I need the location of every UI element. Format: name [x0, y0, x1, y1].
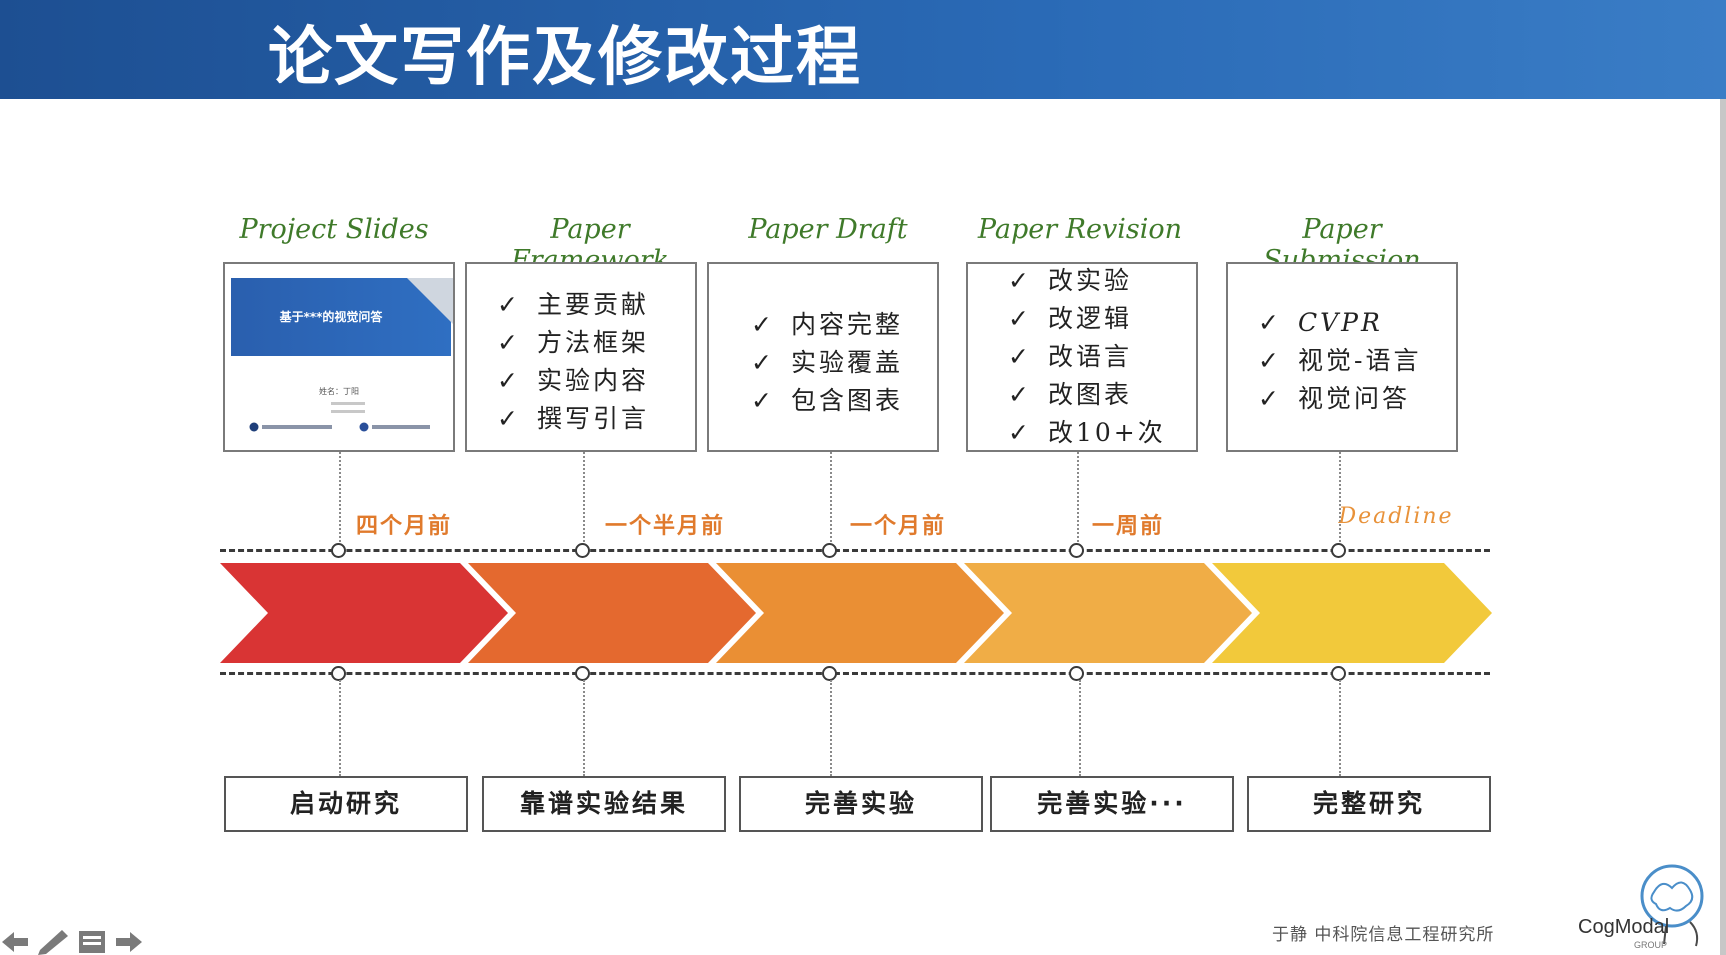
- check-icon: ✓: [1008, 418, 1032, 447]
- check-icon: ✓: [497, 366, 521, 395]
- milestone-box: 完善实验···: [990, 776, 1234, 832]
- timeline-node: [331, 543, 346, 558]
- milestone-box: 完整研究: [1247, 776, 1491, 832]
- paper-framework-box: ✓ 主要贡献 ✓ 方法框架 ✓ 实验内容 ✓ 撰写引言: [465, 262, 697, 452]
- check-icon: ✓: [1258, 308, 1282, 337]
- slide-edge: [1720, 99, 1726, 955]
- checklist-item: ✓ 实验内容: [497, 362, 649, 400]
- slide-nav-toolbar: [0, 928, 150, 955]
- timeline-node: [822, 666, 837, 681]
- connector-line: [339, 680, 341, 776]
- timeline-node: [1069, 666, 1084, 681]
- university-logo: [359, 422, 430, 432]
- connector-line: [830, 680, 832, 776]
- stage-title-paper-draft: Paper Draft: [748, 214, 908, 245]
- connector-line: [583, 680, 585, 776]
- paper-revision-box: ✓ 改实验 ✓ 改逻辑 ✓ 改语言 ✓ 改图表 ✓ 改10+次: [966, 262, 1198, 452]
- milestone-box: 靠谱实验结果: [482, 776, 726, 832]
- timeline-upper-line: [220, 549, 1490, 552]
- slide-text-line: [331, 410, 365, 413]
- check-icon: ✓: [1258, 384, 1282, 413]
- connector-line: [1339, 680, 1341, 776]
- submission-checklist: ✓ CVPR ✓ 视觉-语言 ✓ 视觉问答: [1258, 304, 1421, 418]
- project-slides-box: 基于***的视觉问答 姓名：丁阳: [223, 262, 455, 452]
- connector-line: [1079, 680, 1081, 776]
- chevron-stage-5: [1212, 563, 1492, 663]
- check-icon: ✓: [1008, 304, 1032, 333]
- checklist-item: ✓ 实验覆盖: [751, 344, 903, 382]
- chevron-stage-2: [468, 563, 756, 663]
- time-label: 一个月前: [849, 514, 946, 539]
- checklist-item: ✓ 主要贡献: [497, 286, 649, 324]
- check-icon: ✓: [497, 290, 521, 319]
- check-icon: ✓: [1008, 342, 1032, 371]
- timeline-node: [1331, 543, 1346, 558]
- check-icon: ✓: [497, 328, 521, 357]
- process-arrow-band: [220, 563, 1492, 663]
- timeline-node: [1331, 666, 1346, 681]
- timeline-node: [575, 666, 590, 681]
- milestone-box: 完善实验: [739, 776, 983, 832]
- deadline-label: Deadline: [1338, 504, 1454, 529]
- timeline-node: [575, 543, 590, 558]
- checklist-item: ✓ 视觉问答: [1258, 380, 1421, 418]
- time-label: 四个月前: [355, 514, 452, 539]
- slide-menu-icon[interactable]: [78, 930, 106, 954]
- time-label: 一周前: [1091, 514, 1164, 539]
- checklist-item: ✓ 内容完整: [751, 306, 903, 344]
- stage-title-paper-revision: Paper Revision: [977, 214, 1183, 245]
- pen-icon[interactable]: [36, 928, 70, 955]
- stage-title-project-slides: Project Slides: [239, 214, 429, 245]
- checklist-item: ✓ 包含图表: [751, 382, 903, 420]
- milestone-box: 启动研究: [224, 776, 468, 832]
- slide-author: 姓名：丁阳: [319, 387, 359, 396]
- slide-thumbnail: 基于***的视觉问答 姓名：丁阳: [231, 278, 453, 444]
- institute-logo: [249, 422, 332, 432]
- checklist-item: ✓ 改图表: [1008, 376, 1166, 414]
- revision-checklist: ✓ 改实验 ✓ 改逻辑 ✓ 改语言 ✓ 改图表 ✓ 改10+次: [1008, 262, 1166, 452]
- checklist-item: ✓ 改10+次: [1008, 414, 1166, 452]
- checklist-item: ✓ CVPR: [1258, 304, 1421, 342]
- slide-text-line: [331, 402, 365, 405]
- chevron-stage-1: [220, 563, 508, 663]
- check-icon: ✓: [751, 310, 775, 339]
- next-slide-icon[interactable]: [114, 930, 144, 954]
- check-icon: ✓: [751, 386, 775, 415]
- time-label: 一个半月前: [604, 514, 725, 539]
- timeline-lower-line: [220, 672, 1490, 675]
- slide-title: 基于***的视觉问答: [279, 310, 383, 324]
- page-title: 论文写作及修改过程: [268, 21, 862, 95]
- check-icon: ✓: [1258, 346, 1282, 375]
- checklist-item: ✓ 改语言: [1008, 338, 1166, 376]
- chevron-stage-4: [964, 563, 1252, 663]
- checklist-item: ✓ 撰写引言: [497, 400, 649, 438]
- timeline-node: [1069, 543, 1084, 558]
- checklist-item: ✓ 改实验: [1008, 262, 1166, 300]
- cogmodal-logo-text: CogModal: [1578, 916, 1670, 938]
- framework-checklist: ✓ 主要贡献 ✓ 方法框架 ✓ 实验内容 ✓ 撰写引言: [497, 286, 649, 438]
- checklist-item: ✓ 视觉-语言: [1258, 342, 1421, 380]
- title-banner: 论文写作及修改过程: [0, 0, 1726, 99]
- checklist-item: ✓ 改逻辑: [1008, 300, 1166, 338]
- chevron-stage-3: [716, 563, 1004, 663]
- check-icon: ✓: [497, 404, 521, 433]
- previous-slide-icon[interactable]: [0, 930, 30, 954]
- author-affiliation: 于静 中科院信息工程研究所: [1272, 925, 1495, 945]
- cogmodal-logo-subtext: GROUP: [1634, 940, 1668, 950]
- timeline-node: [822, 543, 837, 558]
- paper-draft-box: ✓ 内容完整 ✓ 实验覆盖 ✓ 包含图表: [707, 262, 939, 452]
- check-icon: ✓: [1008, 266, 1032, 295]
- draft-checklist: ✓ 内容完整 ✓ 实验覆盖 ✓ 包含图表: [751, 306, 903, 420]
- timeline-node: [331, 666, 346, 681]
- paper-submission-box: ✓ CVPR ✓ 视觉-语言 ✓ 视觉问答: [1226, 262, 1458, 452]
- connector-line: [1339, 452, 1341, 550]
- checklist-item: ✓ 方法框架: [497, 324, 649, 362]
- check-icon: ✓: [751, 348, 775, 377]
- check-icon: ✓: [1008, 380, 1032, 409]
